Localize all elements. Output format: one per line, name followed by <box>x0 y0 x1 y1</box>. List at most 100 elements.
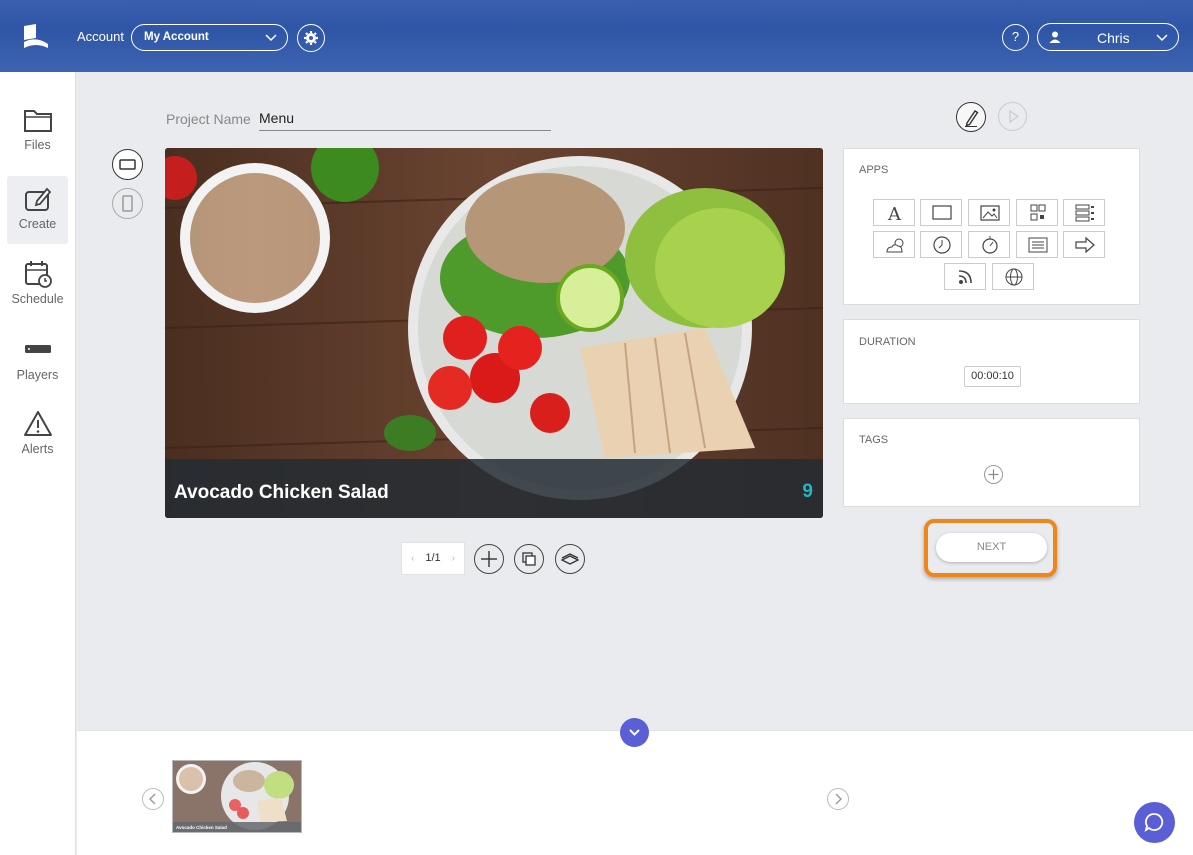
plus-icon <box>988 469 999 480</box>
svg-text:A: A <box>887 204 902 222</box>
account-dropdown-value: My Account <box>144 31 209 43</box>
add-slide-button[interactable] <box>474 544 504 574</box>
item-title[interactable]: Avocado Chicken Salad <box>174 482 389 504</box>
document-icon <box>1028 237 1048 253</box>
duration-panel: DURATION 00:00:10 <box>843 319 1140 404</box>
next-page-icon[interactable]: › <box>452 543 455 574</box>
text-app-button[interactable]: A <box>873 199 915 226</box>
strip-prev-button[interactable] <box>142 788 164 810</box>
gear-icon <box>304 31 318 45</box>
project-name-input[interactable]: Menu <box>259 108 551 131</box>
account-label: Account <box>77 29 124 44</box>
rectangle-icon <box>932 205 952 220</box>
caption-bar: Avocado Chicken Salad 9 <box>165 459 823 518</box>
project-name-label: Project Name <box>166 111 251 127</box>
sidebar-item-schedule[interactable]: Schedule <box>7 260 68 328</box>
qr-code-icon <box>1030 204 1046 221</box>
layers-icon <box>560 553 580 565</box>
tags-title: TAGS <box>859 434 889 446</box>
image-app-button[interactable] <box>968 199 1010 226</box>
slide-canvas[interactable]: Avocado Chicken Salad 9 <box>165 148 823 518</box>
settings-button[interactable] <box>297 24 325 52</box>
page-count: 1/1 <box>425 552 441 564</box>
chevron-left-icon <box>149 793 156 805</box>
layers-button[interactable] <box>555 544 585 574</box>
clock-app-button[interactable] <box>920 231 962 258</box>
sidebar-item-files[interactable]: Files <box>7 106 68 174</box>
copy-icon <box>522 552 536 566</box>
alert-triangle-icon <box>23 411 52 436</box>
portrait-icon <box>122 195 133 212</box>
plus-icon <box>481 551 497 567</box>
timer-icon <box>982 236 998 254</box>
tags-panel: TAGS <box>843 418 1140 507</box>
globe-icon <box>1005 268 1023 286</box>
user-menu[interactable]: Chris <box>1037 23 1179 51</box>
user-icon <box>1049 31 1061 43</box>
user-name: Chris <box>1097 30 1130 46</box>
next-button[interactable]: NEXT <box>936 533 1047 562</box>
sidebar-item-alerts[interactable]: Alerts <box>7 410 68 478</box>
add-tag-button[interactable] <box>984 465 1003 484</box>
page-indicator[interactable]: ‹ 1/1 › <box>401 542 465 575</box>
duration-title: DURATION <box>859 336 916 348</box>
chat-button[interactable] <box>1134 802 1175 843</box>
collapse-strip-button[interactable] <box>620 718 649 747</box>
duplicate-slide-button[interactable] <box>514 544 544 574</box>
calendar-clock-icon <box>24 261 52 288</box>
prev-page-icon[interactable]: ‹ <box>411 543 414 574</box>
slide-thumbnail[interactable]: Avocado Chicken Salad <box>172 760 302 833</box>
clock-icon <box>933 236 951 254</box>
strip-next-button[interactable] <box>827 788 849 810</box>
player-device-icon <box>24 345 51 353</box>
play-icon <box>1009 109 1020 124</box>
top-bar: Account My Account ? Chris <box>0 0 1193 72</box>
list-app-button[interactable] <box>1063 199 1105 226</box>
app-logo-icon[interactable] <box>22 22 50 50</box>
edit-button[interactable] <box>956 102 986 132</box>
sidebar-item-label: Alerts <box>21 442 54 456</box>
landscape-icon <box>119 159 136 170</box>
sidebar-item-label: Create <box>18 217 57 231</box>
salad-thumbnail-image <box>173 761 301 832</box>
arrow-app-button[interactable] <box>1063 231 1105 258</box>
list-icon <box>1075 204 1094 222</box>
next-highlight: NEXT <box>924 519 1057 577</box>
shape-app-button[interactable] <box>920 199 962 226</box>
chat-bubble-icon <box>1144 813 1164 833</box>
sidebar: Files Create Schedule Players Alerts <box>0 72 76 855</box>
sidebar-item-label: Schedule <box>11 292 64 306</box>
sidebar-item-label: Players <box>16 368 59 382</box>
chevron-down-icon <box>265 34 277 42</box>
timer-app-button[interactable] <box>968 231 1010 258</box>
sidebar-item-label: Files <box>24 138 51 152</box>
image-icon <box>980 205 1000 221</box>
create-icon <box>24 187 51 211</box>
rss-app-button[interactable] <box>944 263 986 290</box>
landscape-button[interactable] <box>112 149 143 180</box>
text-icon: A <box>887 204 902 222</box>
sidebar-item-create[interactable]: Create <box>7 176 68 244</box>
folder-icon <box>23 110 52 132</box>
arrow-icon <box>1075 236 1095 254</box>
web-app-button[interactable] <box>992 263 1034 290</box>
pencil-icon <box>965 110 979 127</box>
apps-panel: APPS A <box>843 148 1140 305</box>
account-dropdown[interactable]: My Account <box>131 24 288 51</box>
sidebar-item-players[interactable]: Players <box>7 336 68 404</box>
weather-app-button[interactable] <box>873 231 915 258</box>
document-app-button[interactable] <box>1016 231 1058 258</box>
qr-app-button[interactable] <box>1016 199 1058 226</box>
thumbnail-label: Avocado Chicken Salad <box>176 825 227 830</box>
duration-input[interactable]: 00:00:10 <box>964 366 1021 387</box>
apps-title: APPS <box>859 164 889 176</box>
chevron-down-icon <box>1156 34 1168 42</box>
rss-icon <box>958 270 972 284</box>
help-button[interactable]: ? <box>1002 24 1029 51</box>
portrait-button[interactable] <box>112 188 143 219</box>
preview-button[interactable] <box>998 102 1027 131</box>
chevron-down-icon <box>629 729 640 736</box>
item-price[interactable]: 9 <box>802 481 813 503</box>
weather-icon <box>886 238 904 253</box>
chevron-right-icon <box>835 793 842 805</box>
